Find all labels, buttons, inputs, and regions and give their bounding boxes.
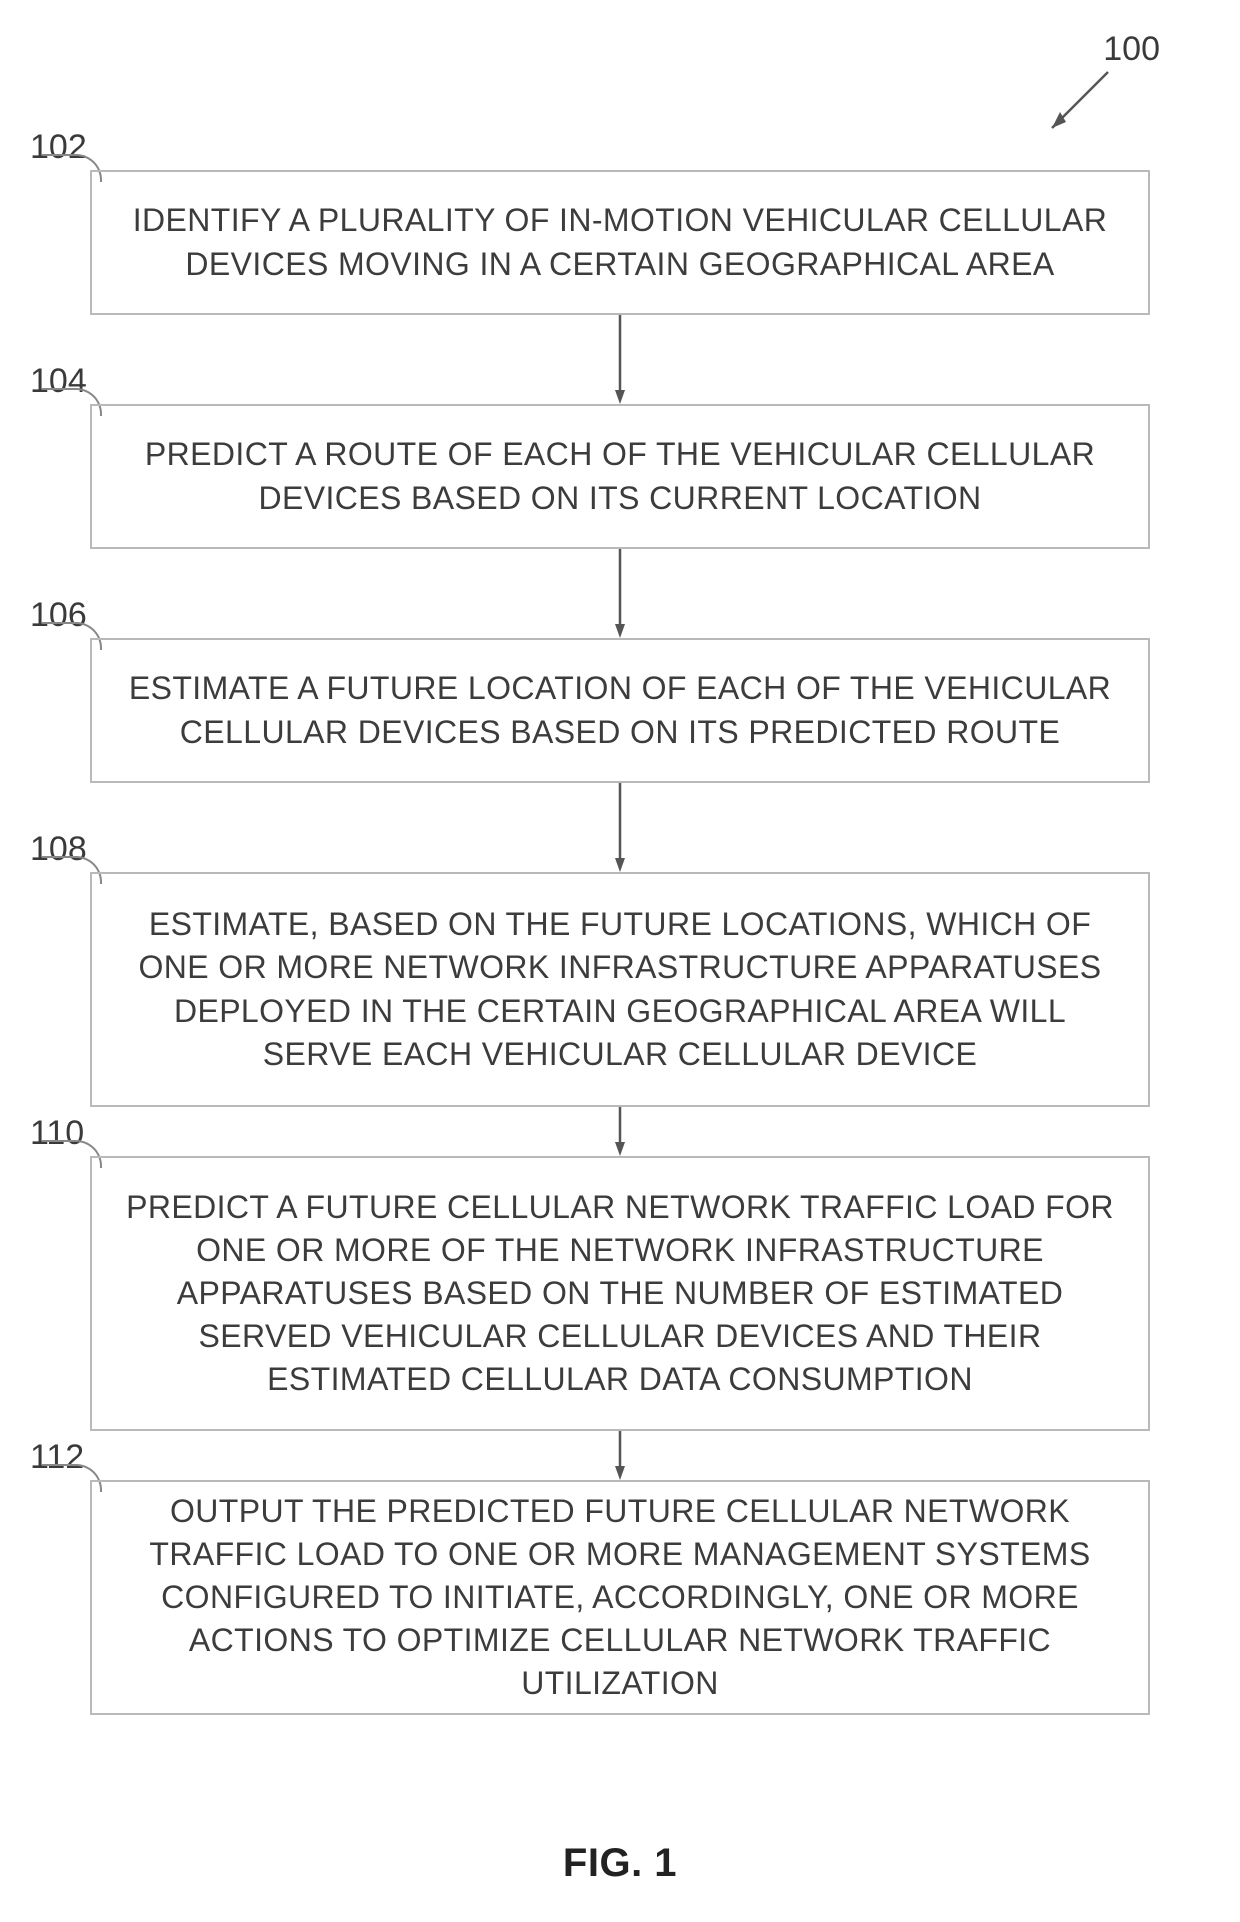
step-text: PREDICT A FUTURE CELLULAR NETWORK TRAFFI… xyxy=(118,1186,1122,1402)
step-box-110: PREDICT A FUTURE CELLULAR NETWORK TRAFFI… xyxy=(90,1156,1150,1431)
arrow-down-icon xyxy=(615,549,625,638)
step-text: ESTIMATE A FUTURE LOCATION OF EACH OF TH… xyxy=(118,667,1122,753)
step-text: PREDICT A ROUTE OF EACH OF THE VEHICULAR… xyxy=(118,433,1122,519)
step-box-102: IDENTIFY A PLURALITY OF IN-MOTION VEHICU… xyxy=(90,170,1150,315)
arrow-down-icon xyxy=(615,1107,625,1156)
flowchart-canvas: 100 102 104 106 108 110 112 IDENTIFY A P… xyxy=(0,0,1240,1922)
arrow-down-icon xyxy=(615,1431,625,1480)
step-text: ESTIMATE, BASED ON THE FUTURE LOCATIONS,… xyxy=(118,903,1122,1076)
step-box-112: OUTPUT THE PREDICTED FUTURE CELLULAR NET… xyxy=(90,1480,1150,1715)
arrow-down-icon xyxy=(615,783,625,872)
step-box-104: PREDICT A ROUTE OF EACH OF THE VEHICULAR… xyxy=(90,404,1150,549)
step-text: OUTPUT THE PREDICTED FUTURE CELLULAR NET… xyxy=(118,1490,1122,1706)
step-box-108: ESTIMATE, BASED ON THE FUTURE LOCATIONS,… xyxy=(90,872,1150,1107)
arrow-down-icon xyxy=(615,315,625,404)
figure-caption: FIG. 1 xyxy=(0,1841,1240,1886)
step-box-106: ESTIMATE A FUTURE LOCATION OF EACH OF TH… xyxy=(90,638,1150,783)
step-text: IDENTIFY A PLURALITY OF IN-MOTION VEHICU… xyxy=(118,199,1122,285)
diagram-id-arrow-icon xyxy=(1030,60,1120,150)
